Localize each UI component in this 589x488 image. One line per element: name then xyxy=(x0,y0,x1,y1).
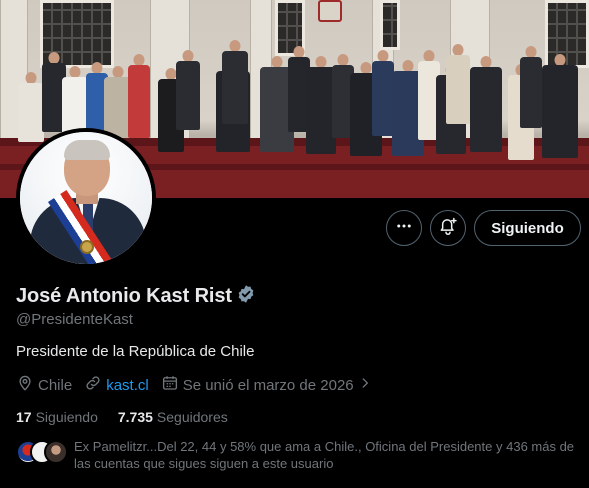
following-count: 17 xyxy=(16,409,32,425)
profile-avatar[interactable] xyxy=(16,128,156,268)
profile-bio: Presidente de la República de Chile xyxy=(16,343,255,360)
location: Chile xyxy=(16,374,72,396)
followers-count: 7.735 xyxy=(117,409,153,425)
followers-label: Seguidores xyxy=(156,409,228,425)
more-horizontal-icon xyxy=(395,217,413,240)
mutual-avatar xyxy=(44,440,68,464)
coat-of-arms-icon xyxy=(318,0,342,22)
followers-link[interactable]: 7.735 Seguidores xyxy=(118,409,228,425)
display-name: José Antonio Kast Rist xyxy=(16,285,232,307)
following-label: Siguiendo xyxy=(35,409,98,425)
mutual-followers[interactable]: Ex Pamelitzr...Del 22, 44 y 58% que ama … xyxy=(16,438,589,472)
link-icon xyxy=(84,374,102,396)
website: kast.cl xyxy=(84,374,149,396)
name-row: José Antonio Kast Rist xyxy=(16,284,256,309)
joined-date[interactable]: Se unió el marzo de 2026 xyxy=(161,374,372,396)
location-pin-icon xyxy=(16,374,34,396)
notifications-button[interactable] xyxy=(430,210,466,246)
location-text: Chile xyxy=(38,376,73,394)
bell-plus-icon xyxy=(438,216,458,241)
calendar-icon xyxy=(161,374,179,396)
website-link[interactable]: kast.cl xyxy=(106,377,149,394)
profile-meta: Chile kast.cl Se unió el marzo de 2026 xyxy=(16,374,384,396)
verified-badge-icon[interactable] xyxy=(236,284,256,309)
joined-text: Se unió el marzo de 2026 xyxy=(182,376,354,394)
more-options-button[interactable] xyxy=(386,210,422,246)
profile-page: Siguiendo José Antonio Kast Rist @Presid… xyxy=(0,0,589,488)
chevron-right-icon xyxy=(358,375,372,395)
user-handle: @PresidenteKast xyxy=(16,311,133,328)
following-button[interactable]: Siguiendo xyxy=(474,210,581,246)
mutual-followers-text: Ex Pamelitzr...Del 22, 44 y 58% que ama … xyxy=(74,439,575,471)
follow-stats: 17 Siguiendo 7.735 Seguidores xyxy=(16,409,248,425)
mutual-avatars xyxy=(16,440,74,464)
following-link[interactable]: 17 Siguiendo xyxy=(16,409,98,425)
